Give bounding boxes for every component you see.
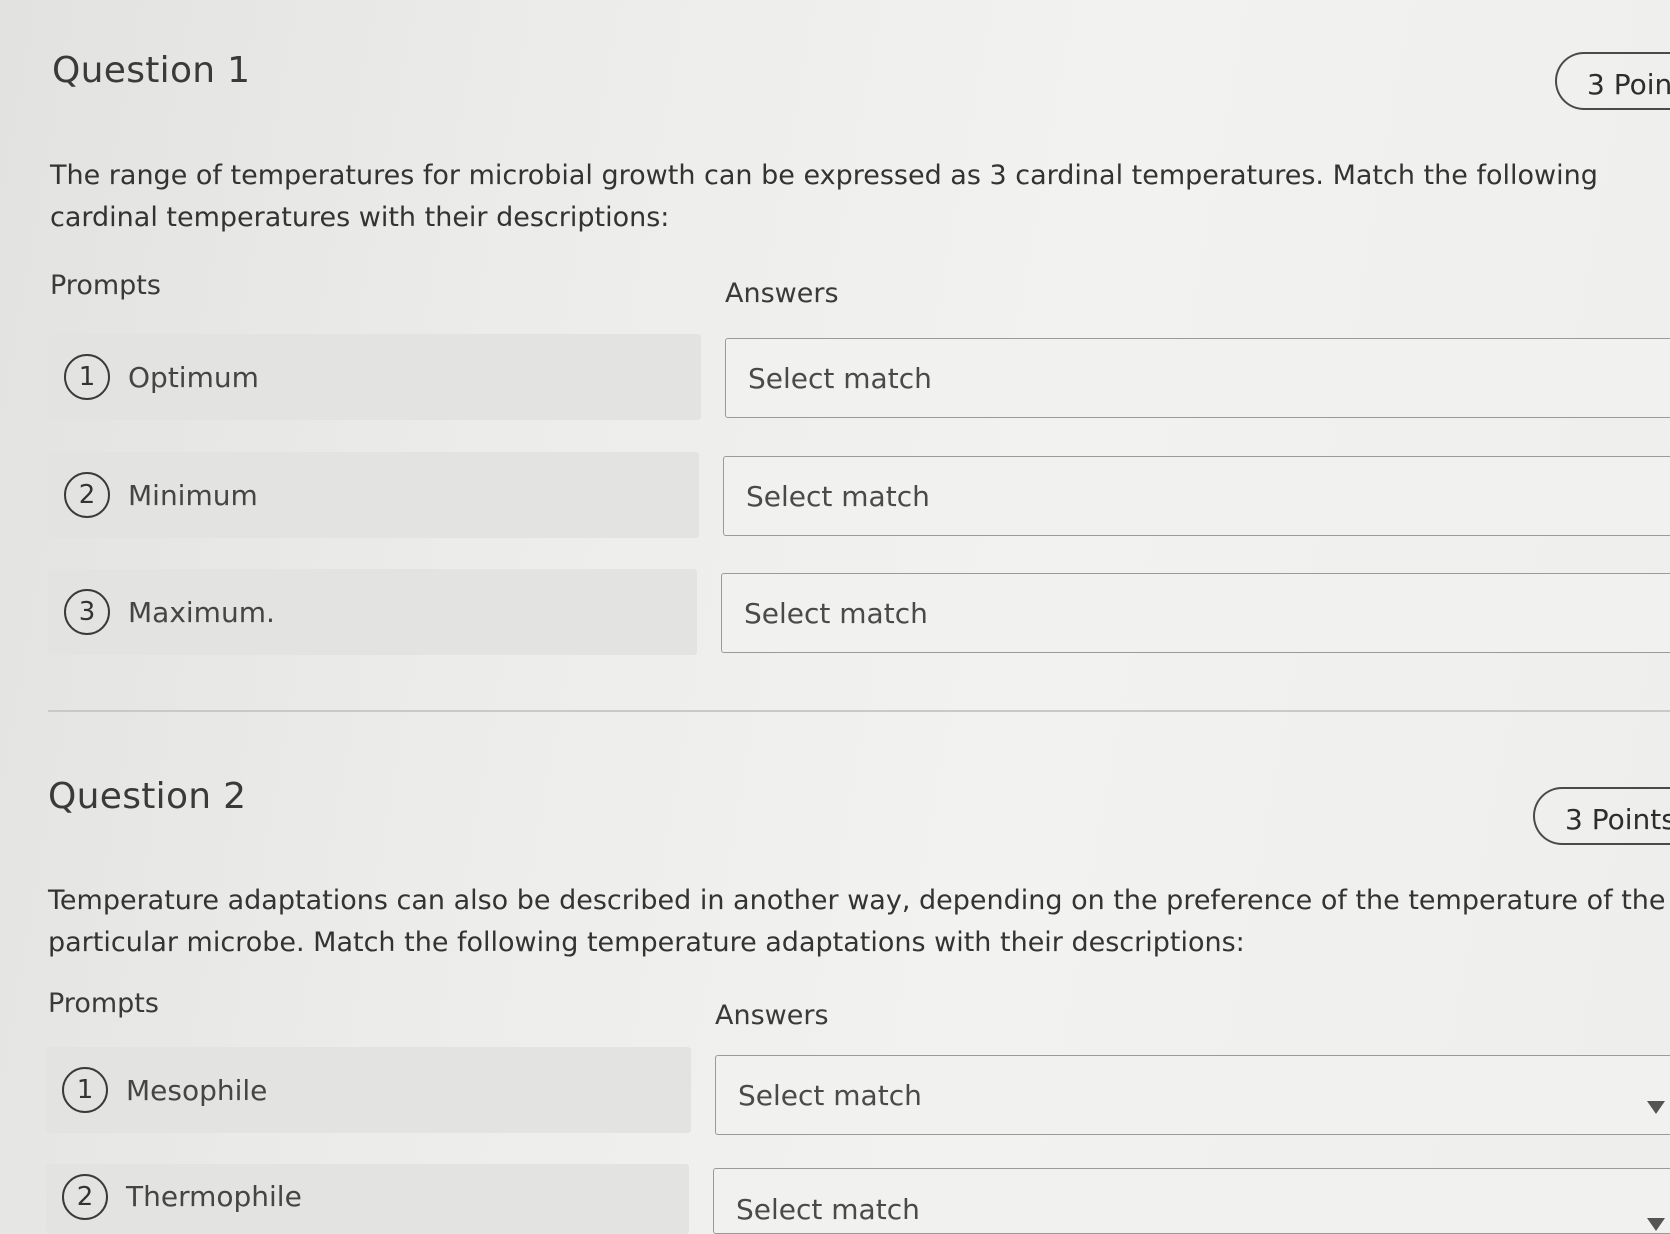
number-badge: 3 [64, 589, 110, 635]
question-1-answers-label: Answers [725, 278, 839, 309]
question-2-prompts-label: Prompts [48, 988, 159, 1019]
select-placeholder: Select match [738, 1078, 922, 1112]
select-placeholder: Select match [746, 479, 930, 513]
question-2-answer-2-select[interactable]: Select match [713, 1168, 1670, 1234]
question-1-answer-2-select[interactable]: Select match [723, 456, 1670, 536]
question-1-title: Question 1 [52, 50, 251, 91]
chevron-down-icon[interactable] [1647, 1101, 1665, 1114]
select-placeholder: Select match [736, 1193, 920, 1226]
question-2-text: Temperature adaptations can also be desc… [48, 885, 1666, 958]
number-badge: 2 [62, 1174, 108, 1220]
question-2-answer-1-select[interactable]: Select match [715, 1055, 1670, 1135]
question-1-answer-1-select[interactable]: Select match [725, 338, 1670, 418]
question-2-title: Question 2 [48, 776, 247, 817]
number-badge: 1 [64, 354, 110, 400]
question-1-prompt-1: 1 Optimum [48, 334, 701, 420]
question-1-prompt-2: 2 Minimum [48, 452, 699, 538]
prompt-label: Minimum [128, 478, 258, 512]
question-1-prompt-3: 3 Maximum. [48, 569, 697, 655]
number-badge: 1 [62, 1067, 108, 1113]
question-2-prompt-2: 2 Thermophile [46, 1164, 689, 1234]
prompt-label: Optimum [128, 360, 259, 394]
select-placeholder: Select match [744, 596, 928, 630]
question-2-answers-label: Answers [715, 1000, 829, 1031]
question-1-points-badge: 3 Poin [1555, 52, 1670, 110]
question-1-answer-3-select[interactable]: Select match [721, 573, 1670, 653]
question-2-points-badge: 3 Points [1533, 787, 1670, 845]
prompt-label: Thermophile [126, 1180, 302, 1213]
section-divider [48, 710, 1670, 712]
question-2-prompt-1: 1 Mesophile [46, 1047, 691, 1133]
select-placeholder: Select match [748, 361, 932, 395]
question-1-text: The range of temperatures for microbial … [50, 160, 1598, 233]
number-badge: 2 [64, 472, 110, 518]
question-1-prompts-label: Prompts [50, 270, 161, 301]
prompt-label: Mesophile [126, 1073, 268, 1107]
chevron-down-icon[interactable] [1647, 1218, 1665, 1231]
prompt-label: Maximum. [128, 595, 275, 629]
